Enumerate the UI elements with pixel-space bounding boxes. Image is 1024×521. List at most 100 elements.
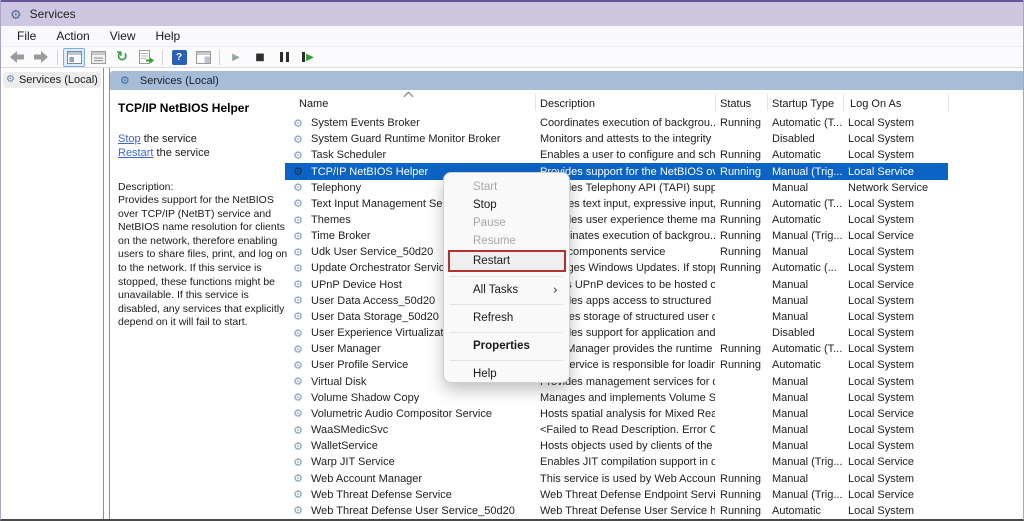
- table-row[interactable]: ⚙WalletServiceHosts objects used by clie…: [285, 438, 948, 454]
- service-gear-icon: ⚙: [285, 408, 311, 419]
- menu-action[interactable]: Action: [46, 27, 99, 45]
- table-row[interactable]: ⚙User Data Storage_50d20Handles storage …: [285, 309, 948, 325]
- help-icon[interactable]: ?: [168, 48, 190, 67]
- service-gear-icon: ⚙: [285, 279, 311, 290]
- tree-item-services-local[interactable]: ⚙ Services (Local): [3, 72, 101, 88]
- column-divider[interactable]: [535, 94, 536, 111]
- column-header-status[interactable]: Status: [720, 98, 751, 110]
- service-gear-icon: ⚙: [285, 344, 311, 355]
- table-row[interactable]: ⚙Time BrokerCoordinates execution of bac…: [285, 228, 948, 244]
- refresh-icon[interactable]: ↻: [111, 48, 133, 67]
- table-row[interactable]: ⚙User Experience Virtualization ServiceP…: [285, 325, 948, 341]
- table-row[interactable]: ⚙Volume Shadow CopyManages and implement…: [285, 390, 948, 406]
- column-header-logon[interactable]: Log On As: [850, 98, 901, 110]
- table-row[interactable]: ⚙Update Orchestrator ServiceManages Wind…: [285, 260, 948, 276]
- service-log-on-as: Local System: [843, 359, 948, 371]
- service-log-on-as: Local System: [843, 198, 948, 210]
- menu-help[interactable]: Help: [146, 27, 191, 45]
- column-divider[interactable]: [767, 94, 768, 111]
- sort-ascending-icon: [404, 92, 414, 102]
- table-row[interactable]: ⚙Web Account ManagerThis service is used…: [285, 470, 948, 486]
- properties-icon[interactable]: [87, 48, 109, 67]
- table-row[interactable]: ⚙User Data Access_50d20Provides apps acc…: [285, 293, 948, 309]
- service-name: System Events Broker: [311, 117, 535, 129]
- table-row[interactable]: ⚙System Events BrokerCoordinates executi…: [285, 115, 948, 131]
- table-row[interactable]: ⚙User ManagerUser Manager provides the r…: [285, 341, 948, 357]
- service-log-on-as: Local System: [843, 311, 948, 323]
- table-row[interactable]: ⚙TelephonyProvides Telephony API (TAPI) …: [285, 180, 948, 196]
- table-row[interactable]: ⚙Udk User Service_50d20Shell components …: [285, 244, 948, 260]
- context-menu-item-pause: Pause: [446, 214, 567, 232]
- table-row[interactable]: ⚙User Profile ServiceThis service is res…: [285, 357, 948, 373]
- forward-arrow-icon[interactable]: [30, 48, 52, 67]
- context-menu-item-refresh[interactable]: Refresh: [446, 307, 567, 329]
- service-log-on-as: Local System: [843, 246, 948, 258]
- export-list-icon[interactable]: [135, 48, 157, 67]
- service-startup-type: Automatic (...: [767, 262, 843, 274]
- context-menu-item-stop[interactable]: Stop: [446, 196, 567, 214]
- context-menu-item-restart[interactable]: Restart: [446, 251, 567, 271]
- service-gear-icon: ⚙: [285, 118, 311, 129]
- pause-service-icon[interactable]: [273, 48, 295, 67]
- list-header: Name Description Status Startup Type Log…: [285, 90, 1023, 115]
- table-row[interactable]: ⚙TCP/IP NetBIOS HelperProvides support f…: [285, 163, 948, 179]
- service-startup-type: Manual: [767, 279, 843, 291]
- service-gear-icon: ⚙: [285, 134, 311, 145]
- service-log-on-as: Network Service: [843, 182, 948, 194]
- menu-view[interactable]: View: [100, 27, 146, 45]
- stop-service-icon[interactable]: ■: [249, 48, 271, 67]
- column-header-description[interactable]: Description: [540, 98, 595, 110]
- context-menu-item-help[interactable]: Help: [446, 363, 567, 384]
- table-row[interactable]: ⚙WaaSMedicSvc<Failed to Read Description…: [285, 422, 948, 438]
- service-log-on-as: Local System: [843, 117, 948, 129]
- service-gear-icon: ⚙: [285, 489, 311, 500]
- table-row[interactable]: ⚙Task SchedulerEnables a user to configu…: [285, 147, 948, 163]
- column-divider[interactable]: [948, 94, 949, 111]
- service-name: Task Scheduler: [311, 149, 535, 161]
- window-title: Services: [30, 7, 76, 21]
- service-gear-icon: ⚙: [285, 311, 311, 322]
- back-arrow-icon[interactable]: [6, 48, 28, 67]
- service-log-on-as: Local System: [843, 295, 948, 307]
- service-log-on-as: Local System: [843, 343, 948, 355]
- column-header-startup[interactable]: Startup Type: [772, 98, 834, 110]
- console-tree-pane: ⚙ Services (Local): [1, 68, 104, 519]
- table-row[interactable]: ⚙ThemesProvides user experience theme ma…: [285, 212, 948, 228]
- table-row[interactable]: ⚙Warp JIT ServiceEnables JIT compilation…: [285, 454, 948, 470]
- service-name: Volume Shadow Copy: [311, 392, 535, 404]
- service-status: Running: [715, 214, 767, 226]
- column-divider[interactable]: [843, 94, 844, 111]
- start-service-icon[interactable]: ▶: [225, 48, 247, 67]
- menu-file[interactable]: File: [7, 27, 46, 45]
- service-startup-type: Automatic (T...: [767, 198, 843, 210]
- context-menu-item-all-tasks[interactable]: All Tasks›: [446, 279, 567, 301]
- column-divider[interactable]: [715, 94, 716, 111]
- stop-service-link[interactable]: Stop: [118, 133, 141, 145]
- show-console-tree-icon[interactable]: [63, 48, 85, 67]
- services-app-icon: ⚙: [10, 8, 22, 21]
- service-startup-type: Manual: [767, 440, 843, 452]
- toolbar-separator: [57, 50, 58, 65]
- service-log-on-as: Local Service: [843, 408, 948, 420]
- restart-service-icon[interactable]: ▶: [297, 48, 319, 67]
- table-row[interactable]: ⚙Virtual DiskProvides management service…: [285, 374, 948, 390]
- service-gear-icon: ⚙: [285, 247, 311, 258]
- show-hide-action-pane-icon[interactable]: [192, 48, 214, 67]
- service-log-on-as: Local System: [843, 133, 948, 145]
- table-row[interactable]: ⚙UPnP Device HostAllows UPnP devices to …: [285, 277, 948, 293]
- main-area: ⚙ Services (Local) ⚙ Services (Local) TC…: [1, 68, 1023, 519]
- table-row[interactable]: ⚙Web Threat Defense ServiceWeb Threat De…: [285, 487, 948, 503]
- service-log-on-as: Local Service: [843, 489, 948, 501]
- service-gear-icon: ⚙: [285, 473, 311, 484]
- context-menu: StartStopPauseResumeRestartAll Tasks›Ref…: [443, 172, 570, 383]
- table-row[interactable]: ⚙Volumetric Audio Compositor ServiceHost…: [285, 406, 948, 422]
- table-row[interactable]: ⚙System Guard Runtime Monitor BrokerMoni…: [285, 131, 948, 147]
- service-startup-type: Automatic: [767, 214, 843, 226]
- service-gear-icon: ⚙: [285, 263, 311, 274]
- table-row[interactable]: ⚙Text Input Management Service_50d20Enab…: [285, 196, 948, 212]
- context-menu-item-properties[interactable]: Properties: [446, 335, 567, 357]
- restart-service-link[interactable]: Restart: [118, 147, 153, 159]
- table-row[interactable]: ⚙Web Threat Defense User Service_50d20We…: [285, 503, 948, 519]
- service-gear-icon: ⚙: [285, 328, 311, 339]
- column-header-name[interactable]: Name: [299, 98, 328, 110]
